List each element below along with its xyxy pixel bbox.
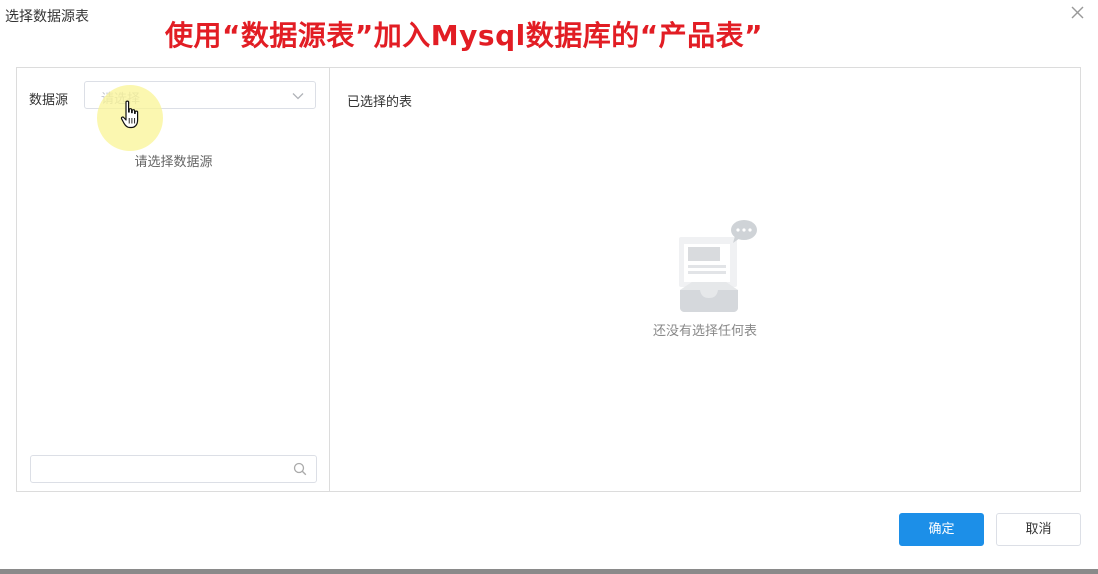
datasource-empty-hint: 请选择数据源 (134, 155, 213, 170)
confirm-button[interactable]: 确定 (899, 513, 984, 546)
close-button[interactable] (1066, 2, 1090, 24)
dialog-header: 选择数据源表 使用“数据源表”加入Mysql数据库的“产品表” (0, 0, 1098, 52)
hand-cursor-icon (120, 100, 139, 129)
datasource-label: 数据源 (29, 93, 69, 108)
datasource-pane: 数据源 请选择 请选择数据源 (17, 68, 330, 491)
search-icon[interactable] (293, 462, 307, 476)
select-datasource-table-dialog: 选择数据源表 使用“数据源表”加入Mysql数据库的“产品表” 数据源 请选择 (0, 0, 1098, 574)
datasource-select[interactable]: 请选择 (84, 81, 316, 109)
chevron-down-icon (292, 93, 304, 100)
dialog-body: 数据源 请选择 请选择数据源 已选择的表 还没有选择任何表 (16, 67, 1081, 492)
tutorial-annotation: 使用“数据源表”加入Mysql数据库的“产品表” (165, 19, 764, 52)
table-search-input[interactable] (31, 456, 297, 482)
close-icon (1071, 6, 1084, 19)
selected-tables-empty-text: 还没有选择任何表 (652, 324, 757, 339)
empty-inbox-illustration (679, 220, 757, 312)
dialog-title: 选择数据源表 (5, 9, 89, 25)
selected-tables-title: 已选择的表 (347, 95, 413, 110)
table-search-box (30, 455, 317, 483)
selected-tables-pane: 已选择的表 还没有选择任何表 (330, 68, 1080, 491)
cancel-button[interactable]: 取消 (996, 513, 1081, 546)
window-bottom-edge (0, 569, 1098, 574)
